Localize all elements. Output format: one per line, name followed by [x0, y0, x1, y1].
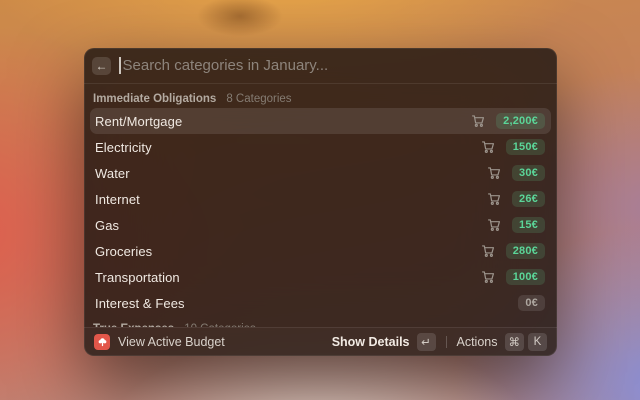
- amount-badge: 15€: [512, 217, 545, 233]
- category-row[interactable]: Transportation 100€: [90, 264, 551, 290]
- amount-badge: 26€: [512, 191, 545, 207]
- search-input-wrap: [119, 48, 545, 83]
- amount-badge: 0€: [518, 295, 545, 311]
- k-key-icon: K: [528, 333, 547, 351]
- footer-divider: [445, 336, 447, 348]
- category-name: Internet: [95, 191, 140, 207]
- category-name: Interest & Fees: [95, 295, 185, 311]
- cart-icon: [487, 192, 501, 206]
- cart-icon: [487, 218, 501, 232]
- cart-icon: [471, 114, 485, 128]
- enter-key-icon: ↵: [416, 333, 436, 351]
- category-list: Immediate Obligations 8 Categories Rent/…: [84, 84, 557, 327]
- section-header: Immediate Obligations 8 Categories: [90, 86, 551, 108]
- back-button[interactable]: ←: [92, 56, 111, 75]
- footer-actions: Show Details ↵ Actions ⌘ K: [332, 333, 547, 351]
- text-caret: [119, 57, 121, 74]
- search-input[interactable]: [122, 57, 545, 74]
- amount-badge: 2,200€: [496, 113, 545, 129]
- category-row[interactable]: Internet 26€: [90, 186, 551, 212]
- category-row[interactable]: Rent/Mortgage 2,200€: [90, 108, 551, 134]
- cart-icon: [481, 270, 495, 284]
- actions-button[interactable]: Actions: [457, 335, 498, 349]
- category-name: Water: [95, 165, 130, 181]
- category-name: Electricity: [95, 139, 152, 155]
- command-key-icon: ⌘: [504, 333, 524, 351]
- tree-icon: [98, 337, 106, 346]
- cart-icon: [481, 244, 495, 258]
- amount-badge: 280€: [505, 243, 545, 259]
- back-arrow-icon: ←: [95, 58, 108, 73]
- category-name: Gas: [95, 217, 120, 233]
- category-row[interactable]: Interest & Fees 0€: [90, 290, 551, 316]
- amount-badge: 30€: [512, 165, 545, 181]
- cart-icon: [487, 166, 501, 180]
- category-name: Transportation: [95, 269, 180, 285]
- section-count: 8 Categories: [226, 93, 292, 105]
- category-name: Rent/Mortgage: [95, 113, 183, 129]
- section-header: True Expenses 10 Categories: [90, 316, 551, 327]
- section-title: Immediate Obligations: [93, 93, 217, 105]
- show-details-button[interactable]: Show Details: [332, 335, 410, 349]
- search-bar: ←: [84, 48, 557, 84]
- category-row[interactable]: Gas 15€: [90, 212, 551, 238]
- category-row[interactable]: Water 30€: [90, 160, 551, 186]
- budget-app-icon: [94, 334, 110, 350]
- category-row[interactable]: Electricity 150€: [90, 134, 551, 160]
- category-row[interactable]: Groceries 280€: [90, 238, 551, 264]
- category-name: Groceries: [95, 243, 153, 259]
- cart-icon: [481, 140, 495, 154]
- command-palette-window: ← Immediate Obligations 8 Categories Ren…: [84, 48, 557, 356]
- amount-badge: 100€: [505, 269, 545, 285]
- footer-bar: View Active Budget Show Details ↵ Action…: [84, 327, 557, 356]
- footer-command-label: View Active Budget: [118, 335, 225, 349]
- amount-badge: 150€: [505, 139, 545, 155]
